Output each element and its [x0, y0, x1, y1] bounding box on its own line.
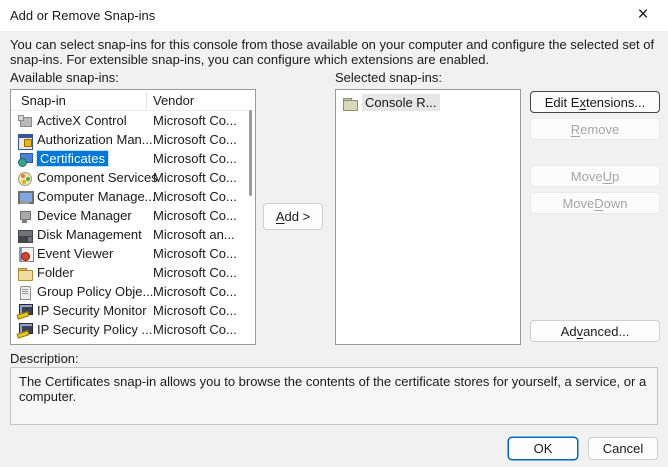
snapin-name: ActiveX Control: [37, 113, 127, 128]
snapin-vendor: Microsoft Co...: [153, 113, 237, 128]
activex-icon: [17, 113, 33, 129]
list-item[interactable]: ActiveX Control Microsoft Co...: [11, 111, 255, 130]
group-policy-icon: [17, 284, 33, 300]
list-item[interactable]: Component Services Microsoft Co...: [11, 168, 255, 187]
snapin-name: Folder: [37, 265, 74, 280]
column-separator[interactable]: [146, 92, 147, 109]
move-up-button: Move Up: [530, 165, 660, 187]
list-item[interactable]: Group Policy Obje... Microsoft Co...: [11, 282, 255, 301]
list-item-selected[interactable]: Certificates Microsoft Co...: [11, 149, 255, 168]
advanced-button[interactable]: Advanced...: [530, 320, 660, 342]
snapin-name: Group Policy Obje...: [37, 284, 153, 299]
intro-text: You can select snap-ins for this console…: [10, 37, 660, 67]
selected-snapins-label: Selected snap-ins:: [335, 70, 442, 85]
add-remove-snapins-dialog: Add or Remove Snap-ins × You can select …: [0, 0, 668, 467]
list-item[interactable]: Disk Management Microsoft an...: [11, 225, 255, 244]
snapin-name: Disk Management: [37, 227, 142, 242]
folder-icon: [17, 265, 33, 281]
snapin-vendor: Microsoft an...: [153, 227, 235, 242]
snapin-vendor: Microsoft Co...: [153, 170, 237, 185]
snapin-name: Event Viewer: [37, 246, 113, 261]
selected-snapins-list[interactable]: Console R...: [335, 89, 521, 345]
authorization-manager-icon: [17, 132, 33, 148]
list-item[interactable]: Console R...: [336, 93, 520, 112]
titlebar: Add or Remove Snap-ins ×: [0, 0, 668, 31]
list-item[interactable]: Computer Manage... Microsoft Co...: [11, 187, 255, 206]
available-snapins-list[interactable]: Snap-in Vendor ActiveX Control Microsoft…: [10, 89, 256, 345]
available-snapins-label: Available snap-ins:: [10, 70, 119, 85]
snapin-vendor: Microsoft Co...: [153, 303, 237, 318]
add-button[interactable]: Add >: [263, 203, 323, 230]
snapin-name: IP Security Monitor: [37, 303, 147, 318]
window-title: Add or Remove Snap-ins: [10, 8, 155, 23]
cancel-button[interactable]: Cancel: [588, 437, 658, 460]
snapin-name: Component Services: [37, 170, 158, 185]
list-item[interactable]: IP Security Policy ... Microsoft Co...: [11, 320, 255, 339]
list-item[interactable]: Event Viewer Microsoft Co...: [11, 244, 255, 263]
close-icon[interactable]: ×: [628, 3, 658, 27]
move-down-button: Move Down: [530, 192, 660, 214]
certificates-icon: [17, 151, 33, 167]
snapin-vendor: Microsoft Co...: [153, 208, 237, 223]
computer-management-icon: [17, 189, 33, 205]
console-root-label: Console R...: [362, 94, 440, 111]
snapin-name: Computer Manage...: [37, 189, 156, 204]
snapin-vendor: Microsoft Co...: [153, 265, 237, 280]
list-item[interactable]: IP Security Monitor Microsoft Co...: [11, 301, 255, 320]
list-item[interactable]: Authorization Man... Microsoft Co...: [11, 130, 255, 149]
snapin-name: Device Manager: [37, 208, 132, 223]
snapin-name: IP Security Policy ...: [37, 322, 152, 337]
ok-button[interactable]: OK: [508, 437, 578, 460]
remove-button: Remove: [530, 118, 660, 140]
snapin-vendor: Microsoft Co...: [153, 284, 237, 299]
column-vendor[interactable]: Vendor: [153, 93, 194, 108]
list-item[interactable]: Folder Microsoft Co...: [11, 263, 255, 282]
ip-security-icon: [17, 303, 33, 319]
column-snapin[interactable]: Snap-in: [21, 93, 66, 108]
snapin-vendor: Microsoft Co...: [153, 151, 237, 166]
snapin-name: Certificates: [37, 151, 108, 166]
snapin-vendor: Microsoft Co...: [153, 132, 237, 147]
scrollbar-thumb[interactable]: [249, 110, 252, 196]
ip-security-icon: [17, 322, 33, 338]
snapin-vendor: Microsoft Co...: [153, 189, 237, 204]
description-box: The Certificates snap-in allows you to b…: [10, 367, 658, 425]
component-services-icon: [17, 170, 33, 186]
list-column-header[interactable]: Snap-in Vendor: [11, 90, 255, 111]
disk-management-icon: [17, 227, 33, 243]
snapin-vendor: Microsoft Co...: [153, 246, 237, 261]
console-root-folder-icon: [342, 95, 358, 111]
event-viewer-icon: [17, 246, 33, 262]
edit-extensions-button[interactable]: Edit Extensions...: [530, 91, 660, 113]
device-manager-icon: [17, 208, 33, 224]
snapin-vendor: Microsoft Co...: [153, 322, 237, 337]
snapin-name: Authorization Man...: [37, 132, 153, 147]
list-item[interactable]: Device Manager Microsoft Co...: [11, 206, 255, 225]
description-label: Description:: [10, 351, 79, 366]
